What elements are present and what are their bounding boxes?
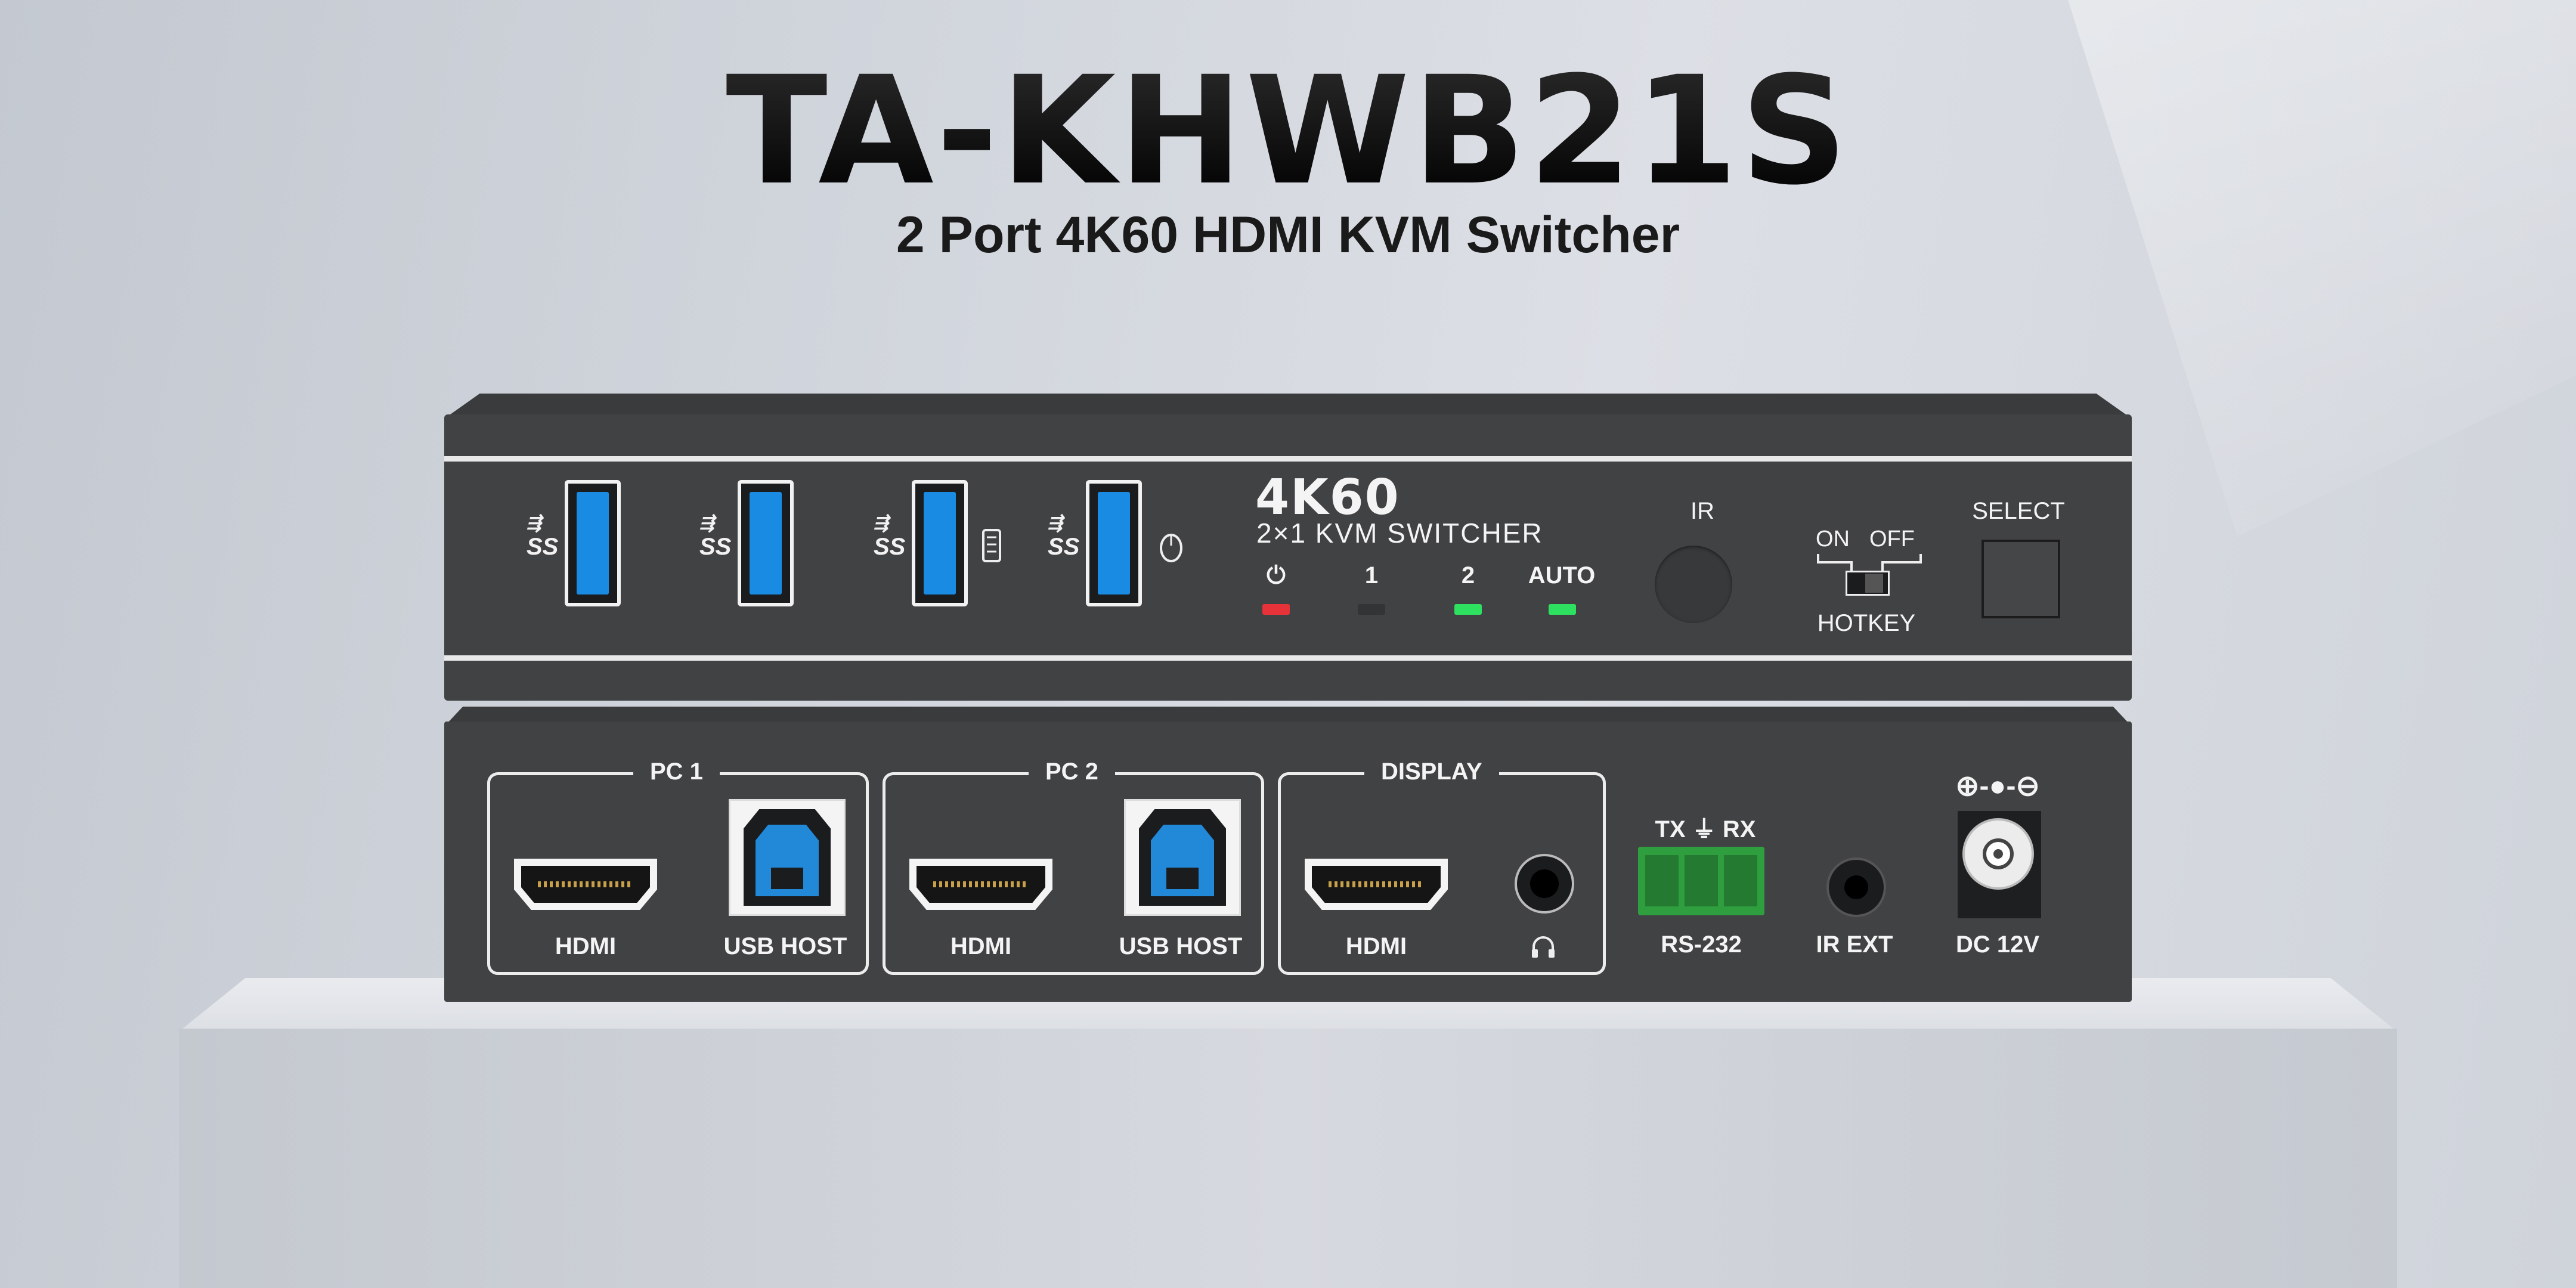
pc2-usb-host-label: USB HOST [1119,933,1243,959]
keyboard-icon [982,529,1001,562]
usb-mouse-port[interactable] [1086,480,1142,606]
display-port-group: DISPLAY HDMI [1278,758,1606,975]
usb-superspeed-icon: ⇶ SS [699,513,732,560]
pc1-port-group: PC 1 HDMI USB HOST [487,758,869,975]
front-panel: ⇶ SS ⇶ SS ⇶ SS ⇶ SS 4K60 2×1 KVM SWITCHER ⏻ … [444,414,2132,701]
dc-power-jack[interactable] [1958,811,2041,918]
dc-polarity-icon: ⊕-●-⊖ [1955,770,2040,802]
pc2-usb-host-port[interactable] [1124,799,1241,916]
audio-out-jack[interactable] [1515,854,1574,914]
usb-port-2[interactable] [738,480,794,606]
hotkey-on-label: ON [1816,527,1850,552]
usb-superspeed-icon: ⇶ SS [527,513,559,560]
select-label: SELECT [1972,498,2065,524]
usb-superspeed-icon: ⇶ SS [1048,513,1080,560]
rs232-label: RS-232 [1661,931,1742,958]
headphones-icon [1532,936,1555,958]
dc-12v-label: DC 12V [1955,931,2040,958]
display-hdmi-label: HDMI [1345,933,1407,959]
pedestal [179,1029,2397,1288]
rs232-terminal-block[interactable] [1638,847,1764,915]
mouse-icon [1160,534,1182,562]
pc1-hdmi-port[interactable] [514,859,657,910]
ir-label: IR [1690,498,1714,524]
pc2-led [1454,604,1482,615]
brand-kvm-switcher: 2×1 KVM SWITCHER [1256,518,1543,549]
ir-ext-label: IR EXT [1816,931,1893,958]
rs232-pin-labels: TX ⏚ RX [1655,816,1756,843]
pc2-hdmi-label: HDMI [950,933,1012,959]
front-top-stripe [444,456,2132,462]
pc2-port-group: PC 2 HDMI USB HOST [883,758,1264,975]
hotkey-off-label: OFF [1869,527,1915,552]
front-unit-lid [446,394,2130,417]
led-label-auto: AUTO [1528,562,1596,589]
usb-keyboard-port[interactable] [912,480,968,606]
hotkey-label: HOTKEY [1817,610,1916,636]
pc1-led [1358,604,1385,615]
power-led [1262,604,1290,615]
display-group-title: DISPLAY [1364,758,1499,785]
front-bottom-stripe [444,655,2132,661]
usb-port-1[interactable] [565,480,621,606]
power-icon: ⏻ [1267,562,1286,589]
ir-receiver-window [1655,546,1732,623]
usb-superspeed-icon: ⇶ SS [874,513,906,560]
auto-led [1549,604,1576,615]
pc1-hdmi-label: HDMI [555,933,617,959]
led-label-1: 1 [1364,562,1379,589]
pc1-usb-host-port[interactable] [729,799,846,916]
pc2-hdmi-port[interactable] [909,859,1052,910]
ir-ext-jack[interactable] [1826,857,1886,917]
product-subtitle: 2 Port 4K60 HDMI KVM Switcher [896,206,1680,264]
pc1-usb-host-label: USB HOST [723,933,847,959]
pc2-group-title: PC 2 [1029,758,1115,785]
display-hdmi-port[interactable] [1305,859,1448,910]
product-model-title: TA-KHWB21S [0,57,2576,206]
select-button[interactable] [1981,540,2060,618]
led-label-2: 2 [1461,562,1475,589]
hotkey-toggle-switch[interactable] [1846,571,1890,596]
pc1-group-title: PC 1 [633,758,720,785]
rear-panel: PC 1 HDMI USB HOST PC 2 HDMI USB HOST DI… [444,722,2132,1002]
